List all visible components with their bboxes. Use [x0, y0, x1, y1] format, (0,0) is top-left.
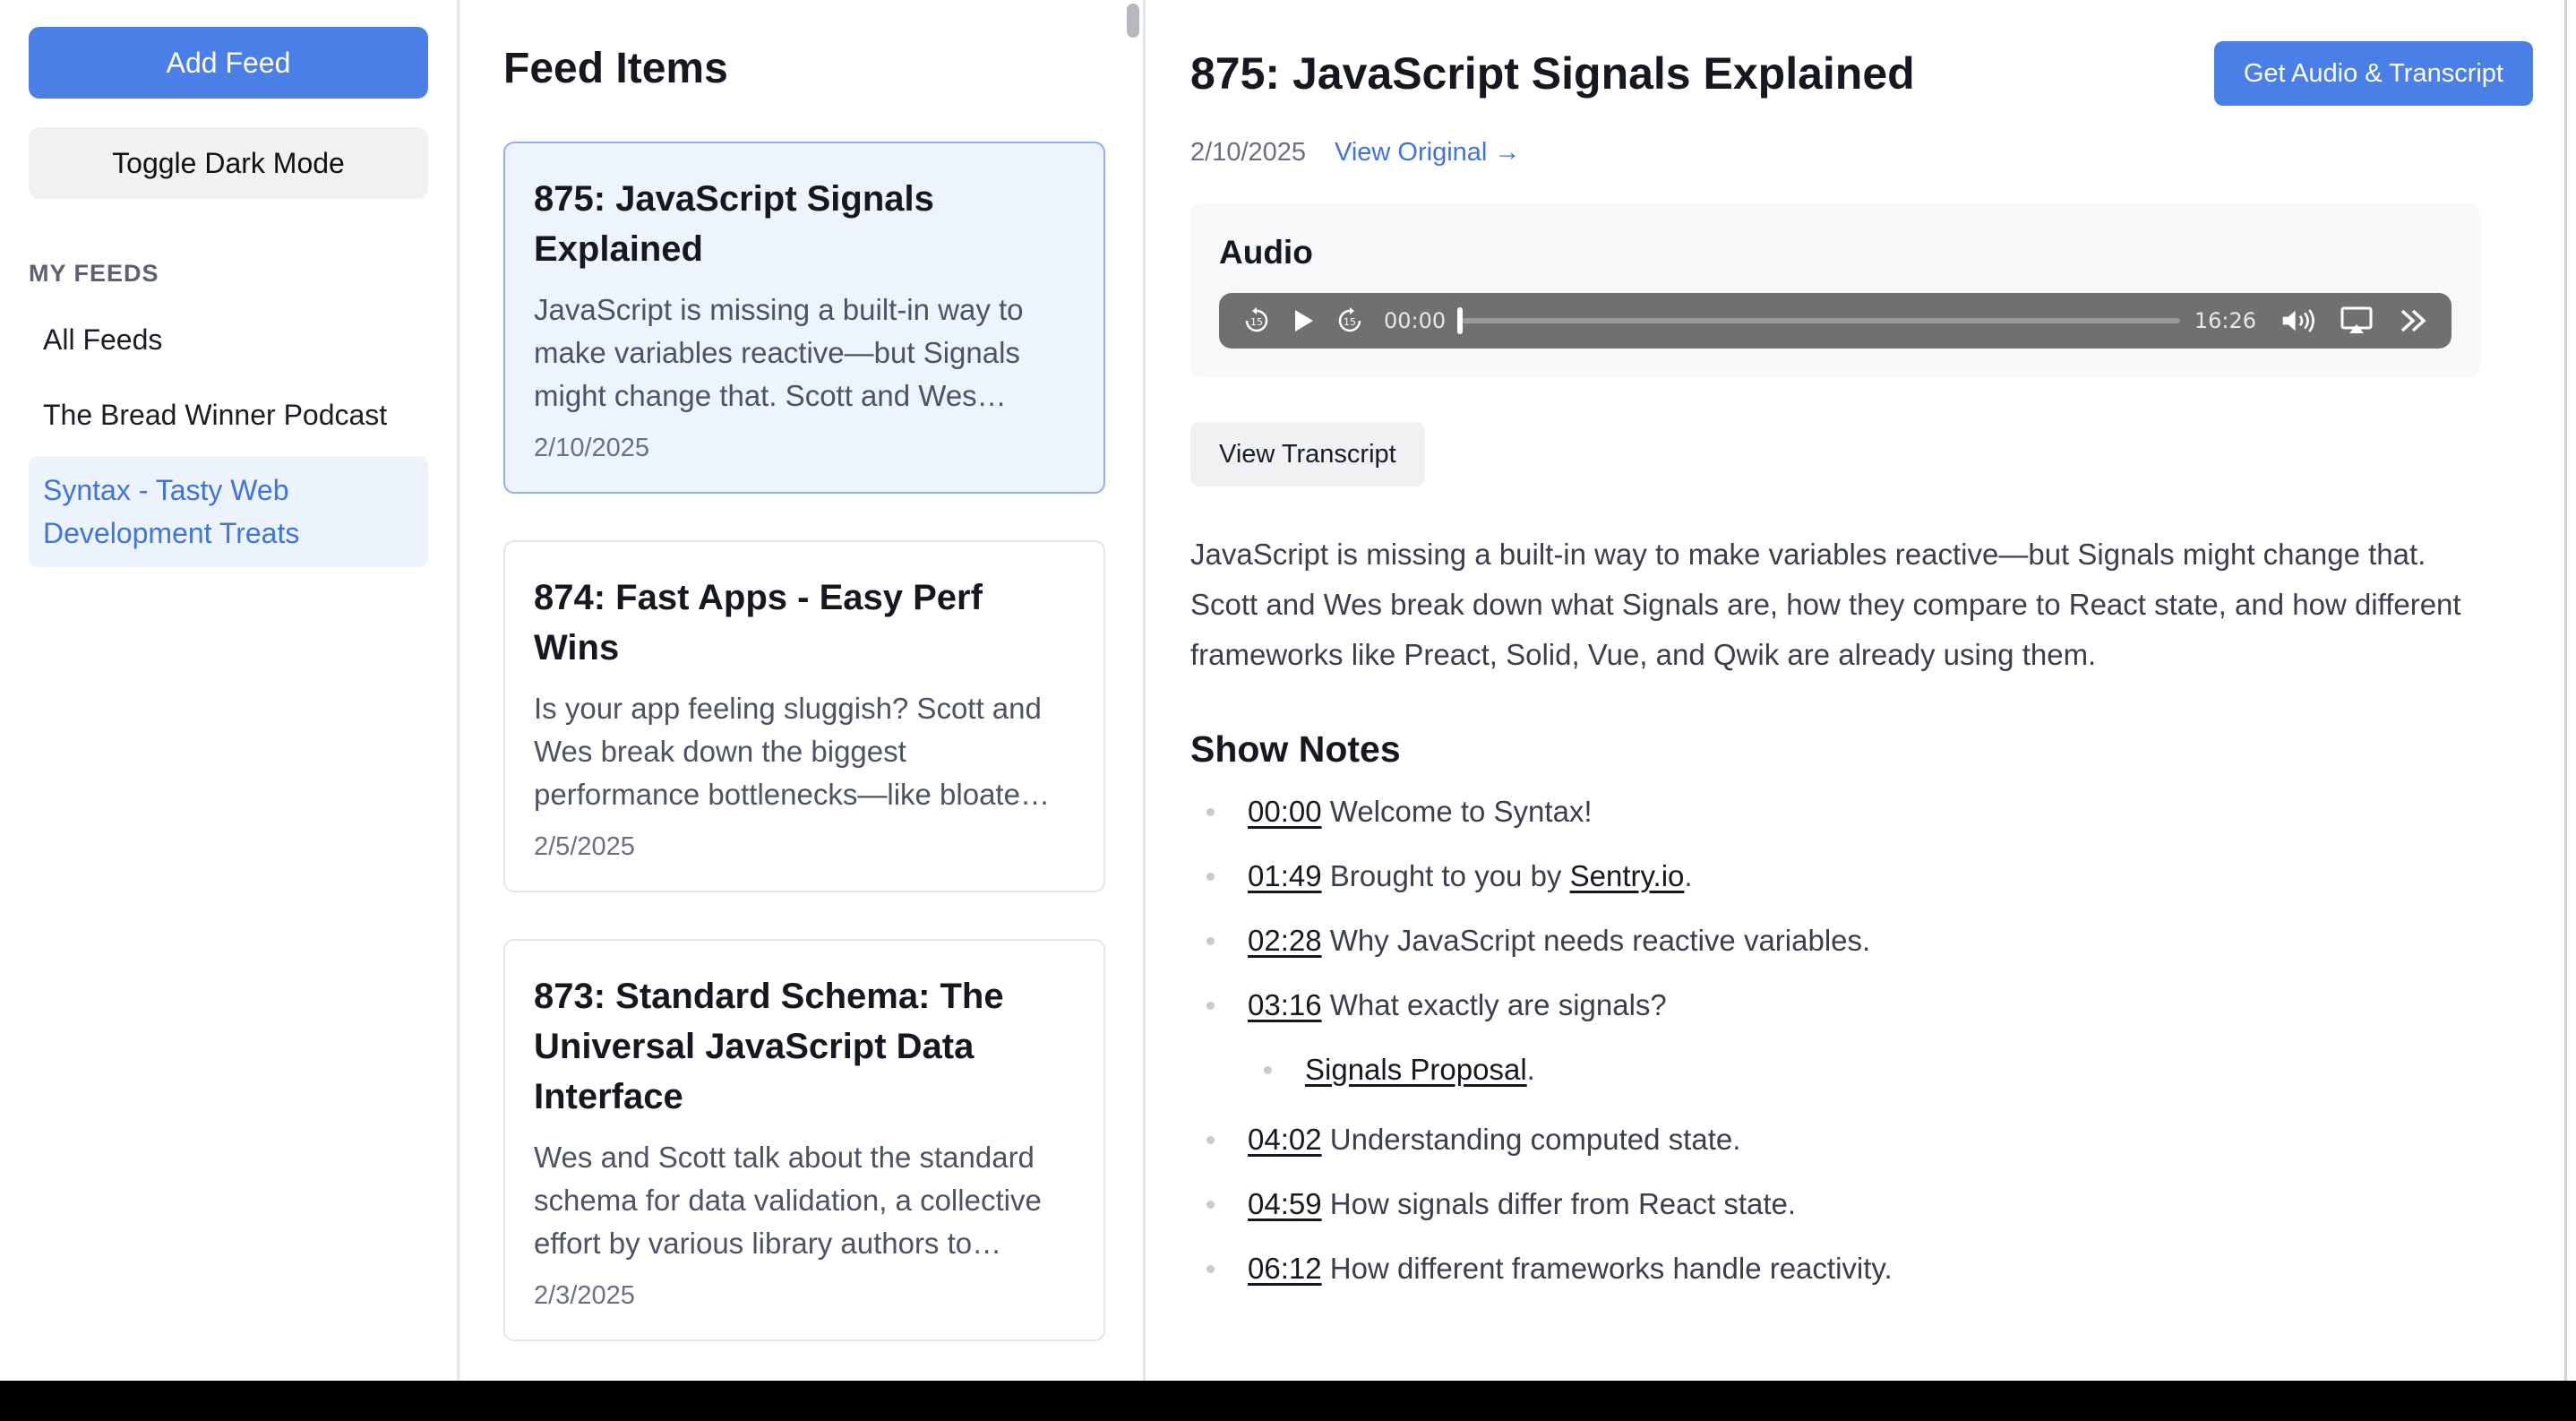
show-note-text: Why JavaScript needs reactive variables. [1321, 924, 1871, 957]
show-note-item: 04:59 How signals differ from React stat… [1190, 1183, 2533, 1226]
sidebar: Add Feed Toggle Dark Mode MY FEEDS All F… [0, 0, 459, 1381]
show-note-item: 03:16 What exactly are signals? [1190, 984, 2533, 1027]
timestamp-link[interactable]: 04:59 [1248, 1187, 1322, 1220]
show-note-item: 01:49 Brought to you by Sentry.io. [1190, 855, 2533, 898]
show-note-text: Understanding computed state. [1321, 1123, 1741, 1156]
episode-header: 875: JavaScript Signals Explained Get Au… [1190, 41, 2533, 106]
feed-item-title: 874: Fast Apps - Easy Perf Wins [534, 578, 983, 667]
feed-item-title: 873: Standard Schema: The Universal Java… [534, 977, 1004, 1116]
svg-text:15: 15 [1250, 316, 1263, 328]
episode-title: 875: JavaScript Signals Explained [1190, 48, 1915, 99]
show-note-subitem: Signals Proposal. [1190, 1048, 2533, 1091]
feed-item-list: 875: JavaScript Signals Explained JavaSc… [503, 142, 1105, 1341]
show-note-punct: . [1526, 1053, 1535, 1086]
show-note-item: 06:12 How different frameworks handle re… [1190, 1247, 2533, 1290]
rewind-15-icon[interactable]: 15 [1239, 303, 1275, 339]
episode-date: 2/10/2025 [1190, 138, 1307, 167]
sidebar-item-bread-winner-podcast[interactable]: The Bread Winner Podcast [29, 381, 428, 449]
show-note-punct: . [1684, 859, 1693, 892]
feed-item-title: 875: JavaScript Signals Explained [534, 179, 934, 269]
timestamp-link[interactable]: 00:00 [1248, 795, 1322, 828]
sentry-link[interactable]: Sentry.io [1570, 859, 1685, 892]
audio-section: Audio 15 15 00:00 16:26 [1190, 203, 2480, 377]
detail-scrollbar[interactable] [2564, 0, 2567, 1381]
forward-15-icon[interactable]: 15 [1332, 303, 1368, 339]
show-note-item: 02:28 Why JavaScript needs reactive vari… [1190, 919, 2533, 962]
app-window: Add Feed Toggle Dark Mode MY FEEDS All F… [0, 0, 2576, 1381]
feed-items-panel: Feed Items 875: JavaScript Signals Expla… [459, 0, 1146, 1381]
feed-item-card[interactable]: 874: Fast Apps - Easy Perf Wins Is your … [503, 540, 1105, 892]
view-original-link[interactable]: View Original → [1335, 138, 1520, 168]
episode-meta: 2/10/2025 View Original → [1190, 138, 2533, 168]
episode-description: JavaScript is missing a built-in way to … [1190, 538, 2461, 671]
current-time: 00:00 [1384, 308, 1447, 333]
feed-item-date: 2/5/2025 [534, 832, 635, 861]
view-transcript-button[interactable]: View Transcript [1190, 422, 1425, 487]
feed-item-description: Wes and Scott talk about the standard sc… [534, 1141, 1042, 1260]
feed-list: All Feeds The Bread Winner Podcast Synta… [29, 306, 428, 567]
show-note-item: 00:00 Welcome to Syntax! [1190, 790, 2533, 833]
feed-items-scrollbar[interactable] [1127, 4, 1139, 38]
volume-icon[interactable] [2281, 303, 2317, 339]
feed-item-description: JavaScript is missing a built-in way to … [534, 293, 1024, 412]
get-audio-transcript-button[interactable]: Get Audio & Transcript [2213, 41, 2533, 106]
timestamp-link[interactable]: 01:49 [1248, 859, 1322, 892]
toggle-dark-mode-button[interactable]: Toggle Dark Mode [29, 127, 428, 199]
show-notes-heading: Show Notes [1190, 728, 1401, 770]
show-note-item: 04:02 Understanding computed state. [1190, 1118, 2533, 1161]
show-notes-list: 00:00 Welcome to Syntax! 01:49 Brought t… [1190, 790, 2533, 1290]
svg-text:15: 15 [1344, 316, 1356, 328]
add-feed-button[interactable]: Add Feed [29, 27, 428, 99]
show-note-text: Welcome to Syntax! [1321, 795, 1593, 828]
feed-items-heading: Feed Items [503, 45, 728, 92]
feed-item-description: Is your app feeling sluggish? Scott and … [534, 692, 1050, 811]
feed-item-date: 2/3/2025 [534, 1281, 635, 1310]
timestamp-link[interactable]: 03:16 [1248, 988, 1322, 1021]
timestamp-link[interactable]: 02:28 [1248, 924, 1322, 957]
playback-speed-icon[interactable] [2396, 303, 2432, 339]
play-icon[interactable] [1285, 303, 1321, 339]
feed-item-card[interactable]: 875: JavaScript Signals Explained JavaSc… [503, 142, 1105, 494]
sidebar-item-syntax[interactable]: Syntax - Tasty Web Development Treats [29, 456, 428, 567]
audio-seek-thumb[interactable] [1457, 307, 1464, 334]
feed-item-date: 2/10/2025 [534, 434, 650, 462]
audio-seek-bar[interactable] [1457, 307, 2180, 334]
airplay-icon[interactable] [2339, 303, 2374, 339]
timestamp-link[interactable]: 04:02 [1248, 1123, 1322, 1156]
my-feeds-heading: MY FEEDS [29, 260, 159, 287]
feed-item-card[interactable]: 873: Standard Schema: The Universal Java… [503, 939, 1105, 1341]
show-note-text: What exactly are signals? [1321, 988, 1667, 1021]
audio-player: 15 15 00:00 16:26 [1219, 293, 2451, 349]
timestamp-link[interactable]: 06:12 [1248, 1252, 1322, 1285]
episode-detail-panel: 875: JavaScript Signals Explained Get Au… [1146, 0, 2576, 1381]
show-note-text: How different frameworks handle reactivi… [1321, 1252, 1893, 1285]
audio-heading: Audio [1219, 234, 1313, 271]
duration-time: 16:26 [2194, 308, 2256, 333]
sidebar-item-all-feeds[interactable]: All Feeds [29, 306, 428, 374]
show-note-text: Brought to you by [1321, 859, 1570, 892]
signals-proposal-link[interactable]: Signals Proposal [1305, 1053, 1527, 1086]
show-note-text: How signals differ from React state. [1321, 1187, 1797, 1220]
